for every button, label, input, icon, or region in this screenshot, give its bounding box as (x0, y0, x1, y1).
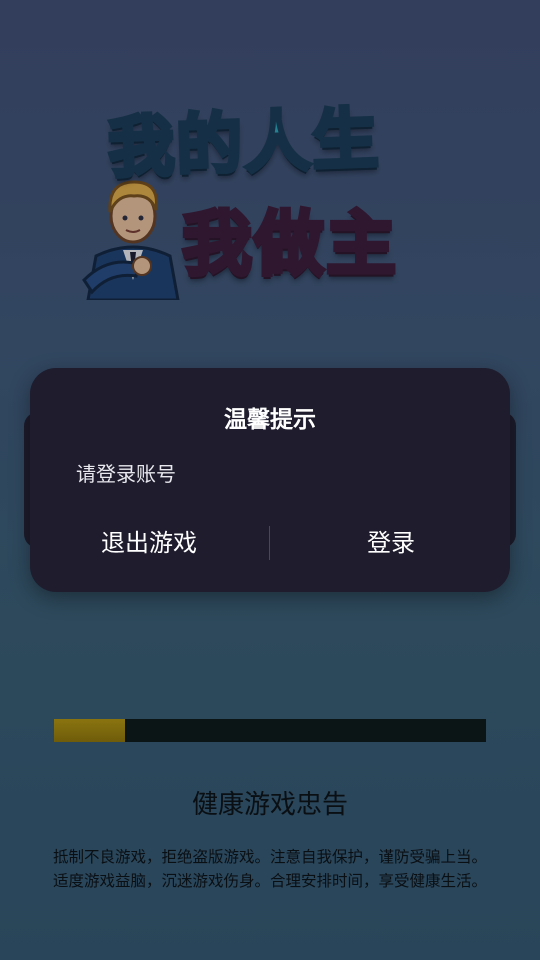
loading-progress-bar (54, 719, 486, 742)
login-prompt-dialog: 温馨提示 请登录账号 退出游戏 登录 (30, 368, 510, 592)
health-notice-line: 适度游戏益脑，沉迷游戏伤身。合理安排时间，享受健康生活。 (52, 872, 487, 890)
health-notice-line: 抵制不良游戏，拒绝盗版游戏。注意自我保护，谨防受骗上当。 (52, 848, 487, 866)
exit-game-button[interactable]: 退出游戏 (30, 518, 268, 568)
button-divider (269, 526, 270, 560)
health-notice-title: 健康游戏忠告 (191, 790, 348, 820)
game-launch-screen: 我的人生 我做主 温馨提示 请登录账号 退出游戏 登录 健康游戏忠告 抵制不良游… (0, 0, 540, 960)
dialog-message: 请登录账号 (76, 462, 176, 486)
login-button[interactable]: 登录 (272, 518, 510, 568)
loading-progress-fill (54, 719, 126, 742)
dialog-title: 温馨提示 (224, 407, 316, 433)
